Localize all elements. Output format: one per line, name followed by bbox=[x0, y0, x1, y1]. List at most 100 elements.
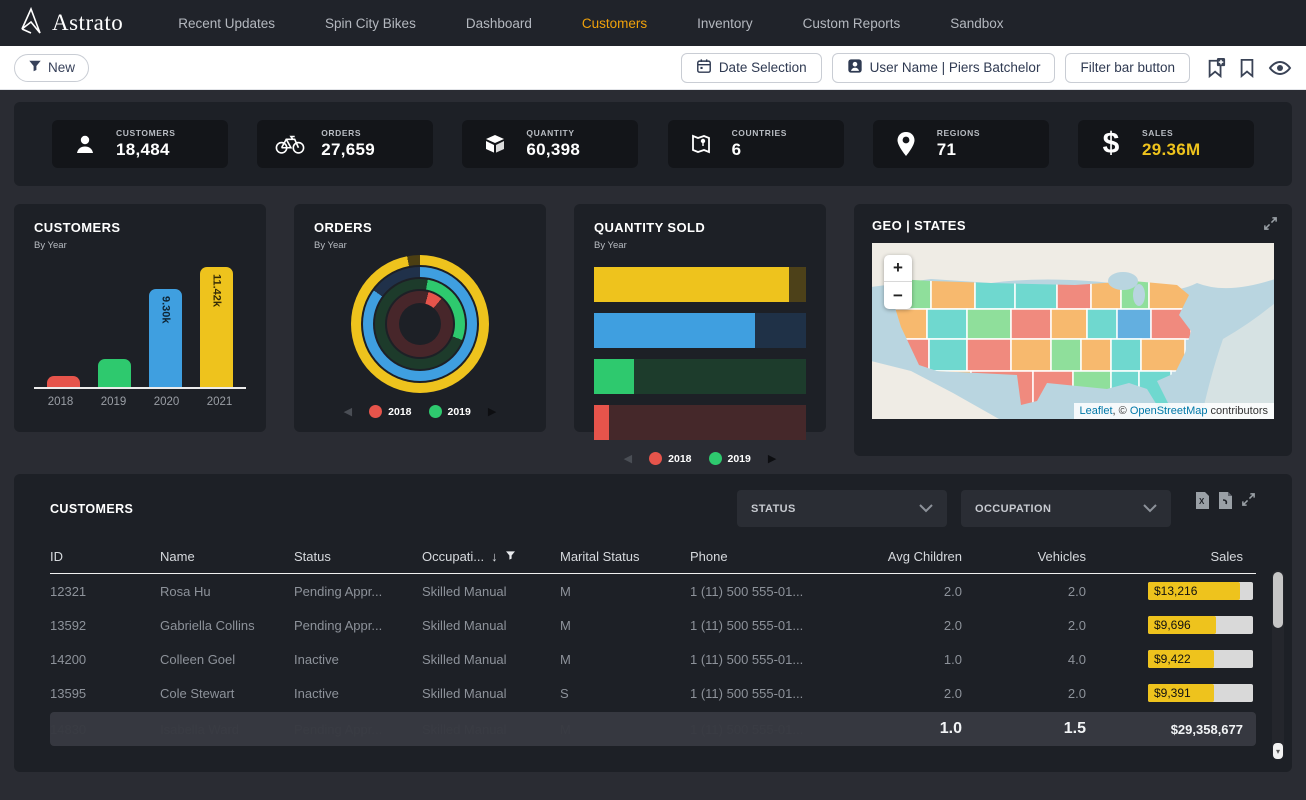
user-name-button[interactable]: User Name | Piers Batchelor bbox=[832, 53, 1056, 83]
legend-item-2019[interactable]: 2019 bbox=[709, 452, 751, 465]
cell-sales: $9,391 bbox=[1096, 684, 1253, 702]
main-content: CUSTOMERS 18,484 ORDERS 27,659 QUANTITY … bbox=[0, 90, 1306, 772]
nav-item-inventory[interactable]: Inventory bbox=[672, 16, 778, 31]
nav-item-custom-reports[interactable]: Custom Reports bbox=[778, 16, 926, 31]
col-status[interactable]: Status bbox=[294, 549, 422, 564]
customers-x-axis: 2018201920202021 bbox=[34, 396, 246, 408]
col-avg-children[interactable]: Avg Children bbox=[858, 549, 972, 564]
orders-ring-chart[interactable] bbox=[314, 255, 526, 393]
table-row[interactable]: 12321Rosa HuPending Appr...Skilled Manua… bbox=[50, 574, 1256, 608]
nav-item-dashboard[interactable]: Dashboard bbox=[441, 16, 557, 31]
eye-icon[interactable] bbox=[1268, 58, 1292, 78]
quantity-bar-chart[interactable] bbox=[594, 267, 806, 440]
cell-name: Colleen Goel bbox=[160, 652, 294, 667]
legend-item-2019[interactable]: 2019 bbox=[429, 405, 471, 418]
kpi-customers[interactable]: CUSTOMERS 18,484 bbox=[52, 120, 228, 168]
column-filter-icon[interactable] bbox=[505, 549, 516, 564]
bar-2020[interactable]: 9.30k bbox=[149, 289, 182, 387]
legend-next-arrow[interactable]: ▶ bbox=[768, 452, 776, 465]
kpi-label: SALES bbox=[1142, 128, 1201, 138]
bar-2018[interactable] bbox=[47, 376, 80, 387]
sort-desc-icon[interactable]: ↓ bbox=[491, 549, 498, 564]
zoom-in-button[interactable]: + bbox=[884, 255, 912, 282]
customers-chart-panel: CUSTOMERS By Year 9.30k11.42k 2018201920… bbox=[14, 204, 266, 432]
col-vehicles[interactable]: Vehicles bbox=[972, 549, 1096, 564]
sales-value: $9,391 bbox=[1154, 684, 1191, 702]
legend-dot bbox=[649, 452, 662, 465]
kpi-countries[interactable]: COUNTRIES 6 bbox=[668, 120, 844, 168]
nav-item-spin-city-bikes[interactable]: Spin City Bikes bbox=[300, 16, 441, 31]
ring-gap bbox=[399, 303, 441, 345]
legend-prev-arrow[interactable]: ◀ bbox=[344, 405, 352, 418]
nav-item-recent-updates[interactable]: Recent Updates bbox=[153, 16, 300, 31]
expand-icon[interactable] bbox=[1263, 216, 1278, 236]
export-excel-icon[interactable]: X bbox=[1195, 492, 1209, 509]
kpi-label: CUSTOMERS bbox=[116, 128, 176, 138]
map-zoom-control: + − bbox=[884, 255, 912, 309]
col-occupation[interactable]: Occupati... ↓ bbox=[422, 549, 560, 564]
col-sales[interactable]: Sales bbox=[1096, 549, 1253, 564]
brand-name: Astrato bbox=[52, 10, 123, 36]
bar-2021[interactable]: 11.42k bbox=[200, 267, 233, 387]
cell-occupation: Skilled Manual bbox=[422, 686, 560, 701]
hbar-2018[interactable] bbox=[594, 405, 806, 440]
quantity-chart-subtitle: By Year bbox=[594, 240, 806, 251]
hbar-2019[interactable] bbox=[594, 359, 806, 394]
cell-status: Pending Appr... bbox=[294, 618, 422, 633]
col-name[interactable]: Name bbox=[160, 549, 294, 564]
legend-item-2018[interactable]: 2018 bbox=[649, 452, 691, 465]
legend-item-2018[interactable]: 2018 bbox=[369, 405, 411, 418]
zoom-out-button[interactable]: − bbox=[884, 282, 912, 309]
col-phone[interactable]: Phone bbox=[690, 549, 858, 564]
table-row[interactable]: 14200Colleen GoelInactiveSkilled ManualM… bbox=[50, 642, 1256, 676]
kpi-label: ORDERS bbox=[321, 128, 375, 138]
customers-chart-subtitle: By Year bbox=[34, 240, 246, 251]
date-selection-button[interactable]: Date Selection bbox=[681, 53, 822, 83]
bookmark-icon[interactable] bbox=[1238, 57, 1256, 79]
col-marital-status[interactable]: Marital Status bbox=[560, 549, 690, 564]
filter-bar-button[interactable]: Filter bar button bbox=[1065, 53, 1190, 83]
nav-item-sandbox[interactable]: Sandbox bbox=[925, 16, 1028, 31]
export-file-icon[interactable] bbox=[1218, 492, 1232, 509]
sales-bar: $9,422 bbox=[1148, 650, 1253, 668]
scrollbar-down-arrow[interactable]: ▾ bbox=[1273, 743, 1283, 759]
kpi-value: 27,659 bbox=[321, 140, 375, 160]
legend-next-arrow[interactable]: ▶ bbox=[488, 405, 496, 418]
status-dropdown[interactable]: STATUS bbox=[737, 490, 947, 527]
cell-marital: S bbox=[560, 686, 690, 701]
cell-marital: M bbox=[560, 652, 690, 667]
kpi-regions[interactable]: REGIONS 71 bbox=[873, 120, 1049, 168]
hbar-2021[interactable] bbox=[594, 267, 806, 302]
bar-2019[interactable] bbox=[98, 359, 131, 387]
new-filter-button[interactable]: New bbox=[14, 54, 89, 82]
user-badge-icon bbox=[847, 58, 863, 77]
table-row[interactable]: 13595Cole StewartInactiveSkilled ManualS… bbox=[50, 676, 1256, 710]
kpi-value: 18,484 bbox=[116, 140, 176, 160]
nav-item-customers[interactable]: Customers bbox=[557, 16, 672, 31]
cell-id: 14200 bbox=[50, 652, 160, 667]
cell-id: 13592 bbox=[50, 618, 160, 633]
col-id[interactable]: ID bbox=[50, 549, 160, 564]
bookmark-add-icon[interactable] bbox=[1206, 57, 1226, 79]
cell-vehicles: 2.0 bbox=[972, 686, 1096, 701]
total-sales: $29,358,677 bbox=[1096, 722, 1253, 737]
occupation-dropdown-label: OCCUPATION bbox=[975, 503, 1051, 515]
leaflet-link[interactable]: Leaflet bbox=[1080, 405, 1113, 417]
kpi-orders[interactable]: ORDERS 27,659 bbox=[257, 120, 433, 168]
kpi-sales[interactable]: $ SALES 29.36M bbox=[1078, 120, 1254, 168]
occupation-dropdown[interactable]: OCCUPATION bbox=[961, 490, 1171, 527]
legend-prev-arrow[interactable]: ◀ bbox=[624, 452, 632, 465]
astrato-brand[interactable]: Astrato bbox=[18, 7, 123, 40]
kpi-quantity[interactable]: QUANTITY 60,398 bbox=[462, 120, 638, 168]
table-row[interactable]: 13592Gabriella CollinsPending Appr...Ski… bbox=[50, 608, 1256, 642]
cell-children: 2.0 bbox=[858, 686, 972, 701]
cell-vehicles: 4.0 bbox=[972, 652, 1096, 667]
customers-bar-chart[interactable]: 9.30k 11.42k bbox=[34, 261, 246, 389]
table-scrollbar: ▾ bbox=[1272, 570, 1284, 760]
osm-link[interactable]: OpenStreetMap bbox=[1130, 405, 1208, 417]
us-states-map[interactable]: + − Leaflet, © OpenStreetMap contributor… bbox=[872, 243, 1274, 419]
sales-bar: $13,216 bbox=[1148, 582, 1253, 600]
hbar-2020[interactable] bbox=[594, 313, 806, 348]
expand-table-icon[interactable] bbox=[1241, 492, 1256, 509]
scrollbar-thumb[interactable] bbox=[1273, 572, 1283, 628]
